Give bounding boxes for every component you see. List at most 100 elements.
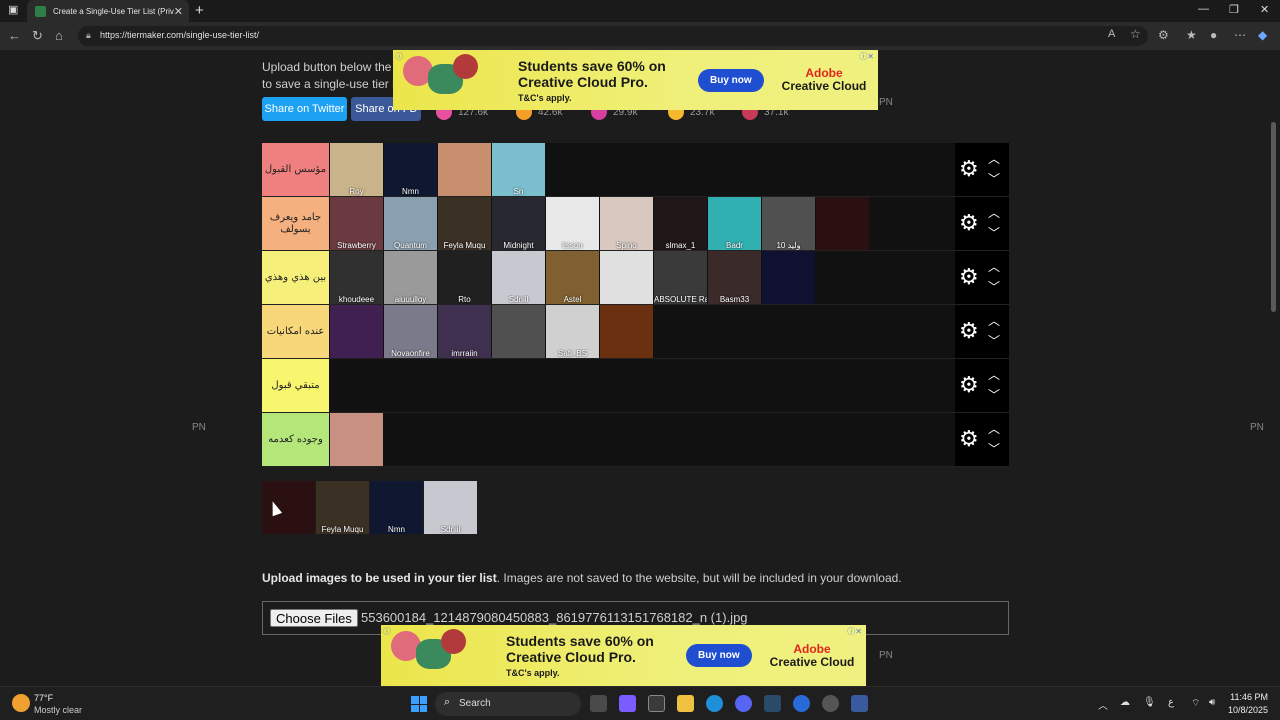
more-menu-icon[interactable]: ⋯ xyxy=(1234,28,1246,42)
ad-close-icon[interactable]: ⓘ✕ xyxy=(847,626,862,637)
tier-label[interactable]: متبقي قبول xyxy=(262,359,329,412)
share-twitter-button[interactable]: Share on Twitter xyxy=(262,97,347,121)
tier-label[interactable]: بين هذي وهذي xyxy=(262,251,329,304)
tier-item[interactable]: Quantum xyxy=(384,197,437,250)
tier-item[interactable] xyxy=(816,197,869,250)
chevron-down-icon[interactable]: ﹀ xyxy=(988,332,1000,349)
chevron-up-icon[interactable]: ︿ xyxy=(988,366,1000,383)
address-bar[interactable]: 🔒︎ https://tiermaker.com/single-use-tier… xyxy=(78,26,1148,46)
page-scrollbar[interactable] xyxy=(1267,50,1280,686)
tier-item[interactable]: Astel xyxy=(546,251,599,304)
chevron-down-icon[interactable]: ﹀ xyxy=(988,170,1000,187)
tier-item[interactable]: Roy xyxy=(330,143,383,196)
weather-icon[interactable] xyxy=(12,694,30,712)
tier-label[interactable]: عنده امكانيات xyxy=(262,305,329,358)
pool-item[interactable]: Sdniil xyxy=(424,481,477,534)
tier-item[interactable] xyxy=(600,251,653,304)
gear-icon[interactable]: ⚙ xyxy=(959,156,979,182)
tier-item[interactable]: aiuuulloy xyxy=(384,251,437,304)
app-icon[interactable] xyxy=(851,695,868,712)
gear-icon[interactable]: ⚙ xyxy=(959,426,979,452)
start-button[interactable] xyxy=(411,696,427,712)
tier-item[interactable]: Midnight xyxy=(492,197,545,250)
tier-item[interactable]: Spino xyxy=(600,197,653,250)
weather-desc[interactable]: Mostly clear xyxy=(34,705,82,715)
tier-item[interactable] xyxy=(438,143,491,196)
gear-icon[interactable]: ⚙ xyxy=(959,318,979,344)
close-window-button[interactable]: ✕ xyxy=(1260,3,1269,16)
tier-item[interactable]: Novaonfire xyxy=(384,305,437,358)
pool-item[interactable]: Nmn xyxy=(370,481,423,534)
tier-item[interactable] xyxy=(330,305,383,358)
gear-icon[interactable]: ⚙ xyxy=(959,210,979,236)
gear-icon[interactable]: ⚙ xyxy=(959,372,979,398)
ad-buy-button[interactable]: Buy now xyxy=(698,68,764,92)
gear-icon[interactable]: ⚙ xyxy=(959,264,979,290)
close-tab-icon[interactable]: ✕ xyxy=(174,5,183,18)
tier-label[interactable]: مؤسس القبول xyxy=(262,143,329,196)
microphone-icon[interactable]: 🎙︎ xyxy=(1143,697,1156,708)
refresh-icon[interactable]: ↻ xyxy=(32,28,43,44)
file-explorer-icon[interactable] xyxy=(677,695,694,712)
tier-item[interactable] xyxy=(762,251,815,304)
chevron-up-icon[interactable]: ︿ xyxy=(988,258,1000,275)
chevron-down-icon[interactable]: ﹀ xyxy=(988,440,1000,457)
tier-item[interactable]: imrraiin xyxy=(438,305,491,358)
chevron-up-icon[interactable]: ︿ xyxy=(988,420,1000,437)
tier-item[interactable] xyxy=(330,413,383,466)
edge-icon[interactable] xyxy=(706,695,723,712)
back-icon[interactable]: ← xyxy=(8,28,21,43)
wifi-icon[interactable]: ⌔ xyxy=(1191,697,1200,710)
tier-item[interactable]: Sdniil xyxy=(492,251,545,304)
weather-temp[interactable]: 77°F xyxy=(34,693,53,703)
tier-label[interactable]: وجوده كعدمه xyxy=(262,413,329,466)
read-aloud-icon[interactable]: A xyxy=(1108,28,1115,40)
tray-overflow-icon[interactable]: ︿ xyxy=(1098,697,1108,712)
tier-item[interactable] xyxy=(600,305,653,358)
ad-buy-button[interactable]: Buy now xyxy=(686,644,752,667)
pool-item[interactable]: Feyla Muqu xyxy=(316,481,369,534)
tier-item[interactable]: lisson xyxy=(546,197,599,250)
url-text[interactable]: https://tiermaker.com/single-use-tier-li… xyxy=(100,30,259,40)
input-language[interactable]: ع xyxy=(1168,697,1174,708)
discord-icon[interactable] xyxy=(735,695,752,712)
chevron-down-icon[interactable]: ﹀ xyxy=(988,224,1000,241)
chevron-down-icon[interactable]: ﹀ xyxy=(988,386,1000,403)
tier-item[interactable]: Sati_BS xyxy=(546,305,599,358)
scrollbar-thumb[interactable] xyxy=(1271,122,1276,312)
home-icon[interactable]: ⌂ xyxy=(55,28,63,43)
choose-files-button[interactable]: Choose Files xyxy=(270,609,358,627)
tier-label[interactable]: جامد ويعرف يسولف xyxy=(262,197,329,250)
task-view-icon[interactable] xyxy=(590,695,607,712)
favorite-star-icon[interactable]: ☆ xyxy=(1130,27,1141,41)
tier-item[interactable]: Strawberry xyxy=(330,197,383,250)
steam-icon[interactable] xyxy=(764,695,781,712)
browser-tab[interactable]: Create a Single-Use Tier List (Priv ✕ xyxy=(27,0,189,22)
copilot-icon[interactable]: ◆ xyxy=(1258,28,1267,42)
copilot-app-icon[interactable] xyxy=(619,695,636,712)
clock-time[interactable]: 11:46 PM xyxy=(1226,692,1268,702)
tier-item[interactable]: Basm33 xyxy=(708,251,761,304)
clock-date[interactable]: 10/8/2025 xyxy=(1226,705,1268,715)
tier-item[interactable]: Feyla Muqu xyxy=(438,197,491,250)
maximize-button[interactable]: ❐ xyxy=(1229,3,1239,16)
taskbar-search[interactable]: ⌕ Search xyxy=(435,692,581,716)
tier-item[interactable] xyxy=(492,305,545,358)
ad-close-icon[interactable]: ⓘ✕ xyxy=(859,51,874,62)
favorites-icon[interactable]: ★ xyxy=(1186,28,1197,42)
tier-item[interactable]: Rto xyxy=(438,251,491,304)
lock-icon[interactable]: 🔒︎ xyxy=(86,30,91,41)
minimize-button[interactable]: — xyxy=(1198,3,1209,15)
extensions-icon[interactable]: ⚙ xyxy=(1158,28,1169,42)
chevron-up-icon[interactable]: ︿ xyxy=(988,312,1000,329)
app-icon[interactable] xyxy=(793,695,810,712)
chevron-up-icon[interactable]: ︿ xyxy=(988,150,1000,167)
tier-item[interactable]: khoudeee xyxy=(330,251,383,304)
top-ad-banner[interactable]: ⓘ Students save 60% on Creative Cloud Pr… xyxy=(393,50,878,110)
tier-item[interactable]: 10 وليد xyxy=(762,197,815,250)
tier-item[interactable]: Badr xyxy=(708,197,761,250)
tab-actions-icon[interactable]: ▣ xyxy=(8,3,18,16)
chatgpt-icon[interactable] xyxy=(822,695,839,712)
volume-icon[interactable]: 🔊︎ xyxy=(1209,697,1215,708)
chevron-up-icon[interactable]: ︿ xyxy=(988,204,1000,221)
